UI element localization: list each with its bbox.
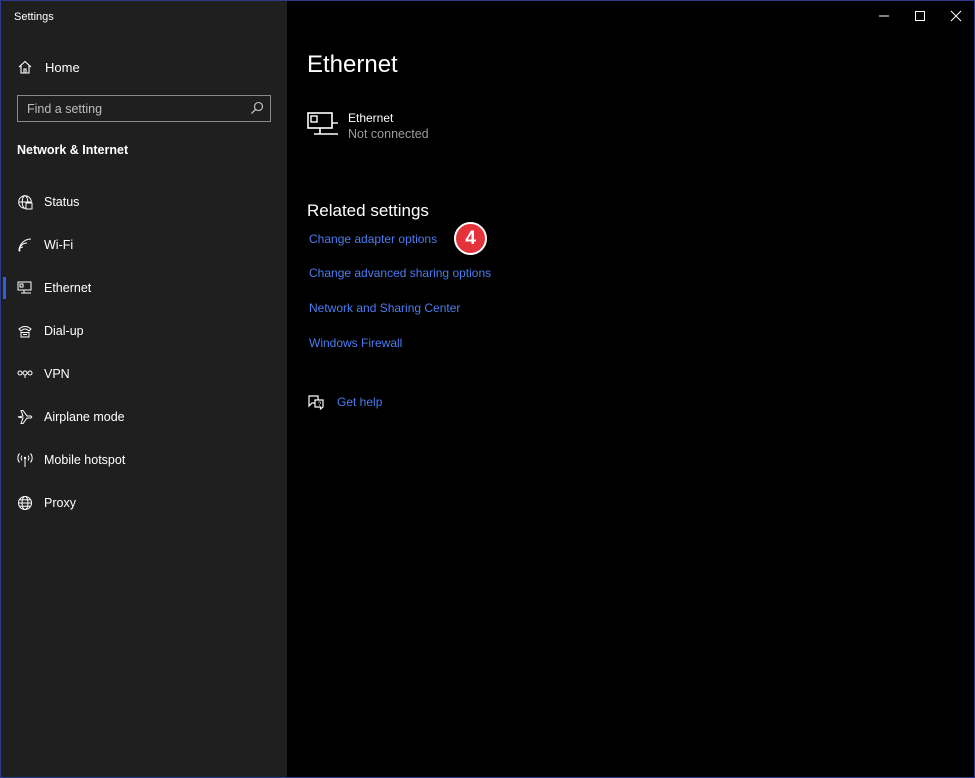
get-help-label: Get help xyxy=(337,395,383,409)
dialup-icon xyxy=(18,326,32,338)
maximize-icon xyxy=(915,11,925,21)
ethernet-device-icon xyxy=(307,112,338,135)
sidebar: Settings Home Network & Internet xyxy=(1,1,287,777)
close-button[interactable] xyxy=(938,1,974,31)
sidebar-item-vpn[interactable]: VPN xyxy=(1,353,287,396)
sidebar-item-label: Dial-up xyxy=(44,324,84,338)
sidebar-item-label: VPN xyxy=(44,367,70,381)
sidebar-item-wifi[interactable]: Wi-Fi xyxy=(1,224,287,267)
change-advanced-sharing-link[interactable]: Change advanced sharing options xyxy=(309,266,491,280)
close-icon xyxy=(950,10,962,22)
get-help-link[interactable]: ? Get help xyxy=(307,391,507,413)
search-input[interactable] xyxy=(18,96,238,121)
network-sharing-center-link[interactable]: Network and Sharing Center xyxy=(309,301,460,315)
sidebar-item-label: Mobile hotspot xyxy=(44,453,126,467)
vpn-icon xyxy=(17,370,33,378)
main-content: Ethernet Ethernet Not connected Related … xyxy=(288,1,974,777)
section-title: Network & Internet xyxy=(17,143,129,157)
search-icon[interactable] xyxy=(250,101,264,115)
app-title: Settings xyxy=(14,11,54,23)
airplane-icon xyxy=(17,410,33,424)
settings-window: Settings Home Network & Internet xyxy=(0,0,975,778)
page-title: Ethernet xyxy=(307,51,398,78)
sidebar-item-mobile-hotspot[interactable]: Mobile hotspot xyxy=(1,439,287,482)
home-icon xyxy=(18,60,32,74)
hotspot-icon xyxy=(17,453,33,467)
search-box[interactable] xyxy=(17,95,271,122)
minimize-button[interactable] xyxy=(866,1,902,31)
sidebar-item-dialup[interactable]: Dial-up xyxy=(1,310,287,353)
device-status: Not connected xyxy=(348,127,429,141)
home-nav-item[interactable]: Home xyxy=(1,53,287,81)
sidebar-item-status[interactable]: Status xyxy=(1,181,287,224)
related-settings-heading: Related settings xyxy=(307,201,429,220)
wifi-icon xyxy=(18,238,32,252)
sidebar-item-proxy[interactable]: Proxy xyxy=(1,482,287,525)
change-adapter-options-link[interactable]: Change adapter options xyxy=(309,232,437,246)
sidebar-item-label: Wi-Fi xyxy=(44,238,74,252)
chat-help-icon: ? xyxy=(308,395,324,411)
sidebar-item-airplane-mode[interactable]: Airplane mode xyxy=(1,396,287,439)
globe-icon xyxy=(18,496,32,510)
sidebar-item-ethernet[interactable]: Ethernet xyxy=(1,267,287,310)
selection-indicator xyxy=(3,277,6,299)
sidebar-nav: Status Wi-Fi Ethernet Dial-up VPN Airpla… xyxy=(1,181,287,525)
minimize-icon xyxy=(879,15,889,17)
sidebar-item-label: Ethernet xyxy=(44,281,92,295)
sidebar-item-label: Airplane mode xyxy=(44,410,125,424)
sidebar-item-label: Proxy xyxy=(44,496,76,510)
ethernet-device[interactable]: Ethernet Not connected xyxy=(307,109,547,149)
step-badge: 4 xyxy=(454,222,487,255)
window-controls xyxy=(866,1,974,33)
ethernet-icon xyxy=(17,281,32,294)
maximize-button[interactable] xyxy=(902,1,938,31)
globe-status-icon xyxy=(18,195,33,210)
home-label: Home xyxy=(45,60,80,75)
windows-firewall-link[interactable]: Windows Firewall xyxy=(309,336,402,350)
device-name: Ethernet xyxy=(348,111,394,125)
sidebar-item-label: Status xyxy=(44,195,80,209)
